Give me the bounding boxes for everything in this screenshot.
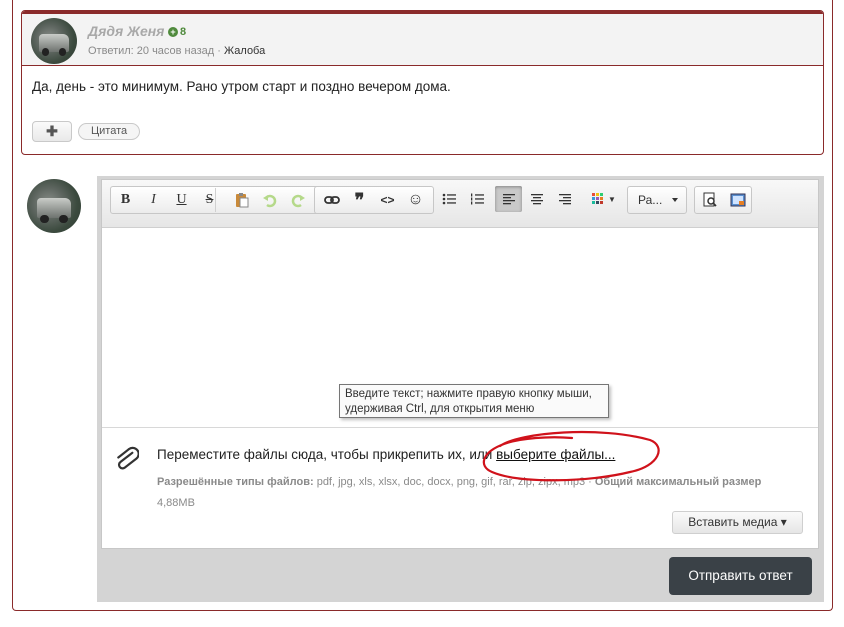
align-center-icon bbox=[530, 194, 543, 205]
text-color-button[interactable]: ▼ bbox=[587, 186, 621, 212]
post-time: Ответил: 20 часов назад bbox=[88, 45, 215, 57]
post-body: Да, день - это минимум. Рано утром старт… bbox=[32, 79, 451, 94]
author-name[interactable]: Дядя Женя bbox=[88, 23, 164, 39]
insert-media-button[interactable]: Вставить медиа ▾ bbox=[672, 511, 803, 534]
align-center-button[interactable] bbox=[523, 186, 550, 212]
font-select[interactable]: Ра... bbox=[627, 186, 687, 214]
paperclip-icon bbox=[115, 446, 140, 474]
post-meta: Ответил: 20 часов назад · Жалоба bbox=[88, 45, 265, 57]
post-header: Дядя Женя + 8 Ответил: 20 часов назад · … bbox=[22, 11, 823, 66]
avatar-wheel bbox=[39, 214, 49, 224]
align-left-button[interactable] bbox=[495, 186, 522, 212]
avatar-wheel bbox=[59, 214, 69, 224]
plus-circle-icon: + bbox=[168, 27, 178, 37]
quote-button[interactable]: Цитата bbox=[78, 123, 141, 140]
redo-icon bbox=[291, 194, 305, 208]
font-select-value: Ра... bbox=[638, 193, 663, 207]
avatar-wheel bbox=[42, 48, 50, 56]
code-button[interactable]: <> bbox=[374, 187, 401, 213]
strikethrough-button[interactable]: S bbox=[196, 187, 223, 213]
chevron-down-icon bbox=[672, 198, 678, 202]
plus-button[interactable]: ✚ bbox=[32, 121, 72, 142]
smiley-icon: ☺ bbox=[407, 191, 424, 208]
reputation-badge: + 8 bbox=[168, 26, 186, 38]
chevron-down-icon: ▼ bbox=[608, 194, 616, 204]
media-button[interactable] bbox=[724, 187, 751, 213]
allowed-types-label: Разрешённые типы файлов: bbox=[157, 476, 314, 488]
bold-button[interactable]: B bbox=[112, 187, 139, 213]
forum-post: Дядя Женя + 8 Ответил: 20 часов назад · … bbox=[21, 10, 824, 155]
toolbar-group-insert: ❞ <> ☺ bbox=[314, 186, 434, 214]
allowed-file-types: Разрешённые типы файлов: pdf, jpg, xls, … bbox=[157, 472, 772, 514]
max-size-value: 4,88MB bbox=[157, 497, 195, 509]
reputation-count: 8 bbox=[180, 26, 187, 38]
align-right-icon bbox=[558, 194, 571, 205]
toolbar-group-view bbox=[694, 186, 752, 214]
preview-button[interactable] bbox=[696, 187, 723, 213]
editor-toolbar: B I U S ❞ <> ☺ ▼ Ра... bbox=[102, 180, 818, 228]
bullet-list-button[interactable] bbox=[435, 186, 462, 212]
preview-icon bbox=[703, 192, 717, 207]
avatar-wheel bbox=[58, 48, 66, 56]
bullet-list-icon bbox=[442, 193, 456, 205]
quote-format-button[interactable]: ❞ bbox=[346, 187, 373, 213]
paste-button[interactable] bbox=[228, 187, 255, 213]
align-left-icon bbox=[502, 194, 515, 205]
annotation-circle bbox=[482, 430, 660, 482]
underline-button[interactable]: U bbox=[168, 187, 195, 213]
submit-reply-button[interactable]: Отправить ответ bbox=[669, 557, 812, 595]
toolbar-separator bbox=[215, 188, 216, 212]
color-palette-icon bbox=[592, 193, 604, 204]
drop-zone-instruction: Переместите файлы сюда, чтобы прикрепить… bbox=[157, 447, 497, 462]
quote-marks-icon: ❞ bbox=[354, 189, 365, 210]
emoticon-button[interactable]: ☺ bbox=[402, 187, 429, 213]
redo-button[interactable] bbox=[284, 187, 311, 213]
clipboard-icon bbox=[235, 193, 248, 208]
editor-tooltip: Введите текст; нажмите правую кнопку мыш… bbox=[339, 384, 609, 418]
toolbar-group-format: B I U S bbox=[110, 186, 326, 214]
link-icon bbox=[323, 196, 340, 204]
italic-button[interactable]: I bbox=[140, 187, 167, 213]
align-right-button[interactable] bbox=[551, 186, 578, 212]
meta-separator: · bbox=[214, 45, 224, 57]
undo-button[interactable] bbox=[256, 187, 283, 213]
link-button[interactable] bbox=[318, 187, 345, 213]
report-link[interactable]: Жалоба bbox=[224, 45, 265, 57]
numbered-list-icon bbox=[470, 193, 484, 205]
image-icon bbox=[730, 193, 745, 207]
current-user-avatar bbox=[27, 179, 81, 233]
author-avatar[interactable] bbox=[31, 18, 77, 64]
code-icon: <> bbox=[380, 193, 395, 207]
undo-icon bbox=[262, 194, 276, 208]
numbered-list-button[interactable] bbox=[463, 186, 490, 212]
